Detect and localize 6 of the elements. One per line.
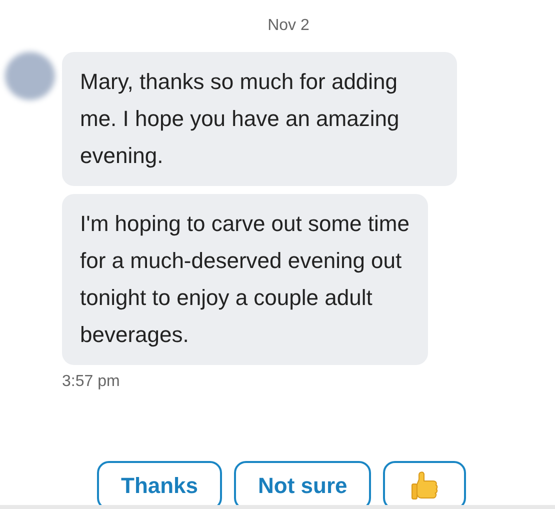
thumbs-up-icon (410, 470, 439, 500)
date-divider: Nov 2 (266, 16, 310, 35)
message-timestamp: 3:57 pm (62, 373, 120, 391)
avatar-placeholder (5, 52, 55, 100)
message-bubble: Mary, thanks so much for adding me. I hope you have an amazing evening. (62, 52, 457, 186)
message-bubble: I'm hoping to carve out some time for a much-deserved evening out tonight to enjoy a couple adult beverages. (62, 194, 428, 365)
